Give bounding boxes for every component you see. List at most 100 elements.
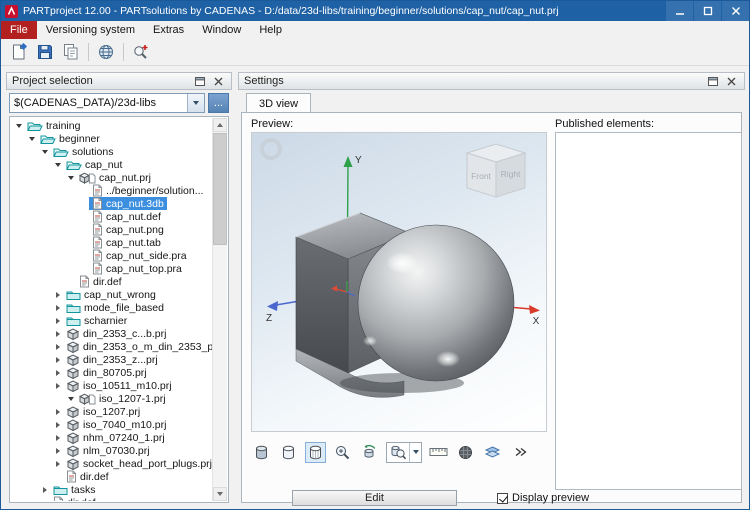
tab-3d-view[interactable]: 3D view — [246, 93, 311, 113]
expand-arrow-icon[interactable] — [40, 487, 50, 493]
tree-item-dir-def[interactable]: dir.def — [11, 496, 212, 501]
scrollbar-thumb[interactable] — [213, 133, 227, 245]
tree-item-cap-nut-wrong[interactable]: cap_nut_wrong — [11, 288, 212, 301]
expand-arrow-icon[interactable] — [53, 383, 63, 389]
collapse-arrow-icon[interactable] — [66, 176, 76, 180]
tree-item-dir-def[interactable]: dir.def — [11, 470, 212, 483]
menu-item-versioning-system[interactable]: Versioning system — [37, 21, 144, 39]
transparent-view-button[interactable] — [278, 442, 299, 463]
tree-item-cap-nut-3db[interactable]: cap_nut.3db — [11, 197, 212, 210]
zoom-view-button[interactable] — [332, 442, 353, 463]
edit-button[interactable]: Edit — [292, 490, 457, 506]
scroll-up-icon[interactable] — [213, 118, 227, 132]
expand-arrow-icon[interactable] — [53, 305, 63, 311]
copy-button[interactable] — [58, 41, 84, 64]
shaded-view-button[interactable] — [251, 442, 272, 463]
3d-viewport[interactable]: Front Right X Y Z — [251, 132, 547, 432]
viewport-toolbar — [251, 439, 551, 465]
tree-item-din-2353-o-m-din-2353-p[interactable]: din_2353_o_m_din_2353_p_... — [11, 340, 212, 353]
expand-arrow-icon[interactable] — [53, 292, 63, 298]
combobox-dropdown-button[interactable] — [187, 94, 204, 112]
file-icon — [53, 496, 64, 501]
tree-item-cap-nut-tab[interactable]: cap_nut.tab — [11, 236, 212, 249]
collapse-arrow-icon[interactable] — [40, 150, 50, 154]
mesh-quality-button[interactable] — [455, 442, 476, 463]
expand-arrow-icon[interactable] — [53, 318, 63, 324]
library-path-combobox[interactable]: $(CADENAS_DATA)/23d-libs — [9, 93, 205, 113]
world-button[interactable] — [93, 41, 119, 64]
tree-item-label: cap_nut — [85, 159, 122, 171]
tree-item-cap-nut-top-pra[interactable]: cap_nut_top.pra — [11, 262, 212, 275]
layers-button[interactable] — [482, 442, 503, 463]
expand-arrow-icon[interactable] — [53, 435, 63, 441]
tree-item-din-2353-z-prj[interactable]: din_2353_z...prj — [11, 353, 212, 366]
project-tree: trainingbeginnersolutionscap_nutcap_nut.… — [9, 116, 229, 503]
search-new-button[interactable] — [128, 41, 154, 64]
close-panel-icon[interactable] — [210, 74, 226, 88]
more-button[interactable] — [509, 442, 530, 463]
float-panel-icon[interactable] — [705, 74, 721, 88]
tree-item-cap-nut-png[interactable]: cap_nut.png — [11, 223, 212, 236]
tree-item-label: socket_head_port_plugs.prj — [83, 458, 212, 470]
view-preset-split-button[interactable] — [386, 442, 422, 463]
tree-item-training[interactable]: training — [11, 119, 212, 132]
dropdown-arrow-button[interactable] — [409, 443, 421, 462]
tree-item-iso-7040-m10-prj[interactable]: iso_7040_m10.prj — [11, 418, 212, 431]
expand-arrow-icon[interactable] — [53, 448, 63, 454]
collapse-arrow-icon[interactable] — [27, 137, 37, 141]
tree-item-mode-file-based[interactable]: mode_file_based — [11, 301, 212, 314]
tree-item-cap-nut-def[interactable]: cap_nut.def — [11, 210, 212, 223]
expand-arrow-icon[interactable] — [53, 461, 63, 467]
tree-item-cap-nut-prj[interactable]: cap_nut.prj — [11, 171, 212, 184]
expand-arrow-icon[interactable] — [53, 370, 63, 376]
file-icon — [66, 470, 77, 483]
published-elements-label: Published elements: — [555, 118, 654, 130]
maximize-button[interactable] — [694, 1, 721, 21]
tree-item-solutions[interactable]: solutions — [11, 145, 212, 158]
tree-item-iso-10511-m10-prj[interactable]: iso_10511_m10.prj — [11, 379, 212, 392]
float-panel-icon[interactable] — [192, 74, 208, 88]
tree-item-scharnier[interactable]: scharnier — [11, 314, 212, 327]
browse-button[interactable]: ... — [208, 93, 229, 113]
scroll-down-icon[interactable] — [213, 487, 227, 501]
menu-item-file[interactable]: File — [1, 21, 37, 39]
menu-item-extras[interactable]: Extras — [144, 21, 193, 39]
rotate-view-button[interactable] — [359, 442, 380, 463]
tree-scrollbar[interactable] — [212, 118, 227, 501]
wireframe-view-button[interactable] — [305, 442, 326, 463]
measure-button[interactable] — [428, 442, 449, 463]
close-panel-icon[interactable] — [723, 74, 739, 88]
tree-item-socket-head-port-plugs-prj[interactable]: socket_head_port_plugs.prj — [11, 457, 212, 470]
expand-arrow-icon[interactable] — [53, 344, 63, 350]
collapse-arrow-icon[interactable] — [66, 397, 76, 401]
save-button[interactable] — [32, 41, 58, 64]
tree-item-beginner[interactable]: beginner — [11, 132, 212, 145]
close-button[interactable] — [722, 1, 749, 21]
navigation-cube[interactable]: Front Right — [467, 144, 525, 197]
tree-item-beginner-solution[interactable]: ../beginner/solution... — [11, 184, 212, 197]
collapse-arrow-icon[interactable] — [53, 163, 63, 167]
tree-item-iso-1207-1-prj[interactable]: iso_1207-1.prj — [11, 392, 212, 405]
rotate-ring-icon[interactable] — [262, 140, 280, 158]
tree-item-cap-nut[interactable]: cap_nut — [11, 158, 212, 171]
tree-item-nlm-07030-prj[interactable]: nlm_07030.prj — [11, 444, 212, 457]
tree-item-nhm-07240-1-prj[interactable]: nhm_07240_1.prj — [11, 431, 212, 444]
tree-item-tasks[interactable]: tasks — [11, 483, 212, 496]
tree-item-label: iso_1207.prj — [83, 406, 140, 418]
menu-item-help[interactable]: Help — [250, 21, 291, 39]
tree-item-iso-1207-prj[interactable]: iso_1207.prj — [11, 405, 212, 418]
tree-item-din-2353-c-b-prj[interactable]: din_2353_c...b.prj — [11, 327, 212, 340]
tree-item-cap-nut-side-pra[interactable]: cap_nut_side.pra — [11, 249, 212, 262]
expand-arrow-icon[interactable] — [53, 422, 63, 428]
expand-arrow-icon[interactable] — [53, 409, 63, 415]
collapse-arrow-icon[interactable] — [14, 124, 24, 128]
display-preview-checkbox[interactable] — [497, 493, 508, 504]
expand-arrow-icon[interactable] — [53, 331, 63, 337]
new-project-button[interactable] — [6, 41, 32, 64]
menu-item-window[interactable]: Window — [193, 21, 250, 39]
published-elements-list[interactable] — [555, 132, 742, 490]
expand-arrow-icon[interactable] — [53, 357, 63, 363]
tree-item-din-80705-prj[interactable]: din_80705.prj — [11, 366, 212, 379]
minimize-button[interactable] — [666, 1, 693, 21]
tree-item-dir-def[interactable]: dir.def — [11, 275, 212, 288]
